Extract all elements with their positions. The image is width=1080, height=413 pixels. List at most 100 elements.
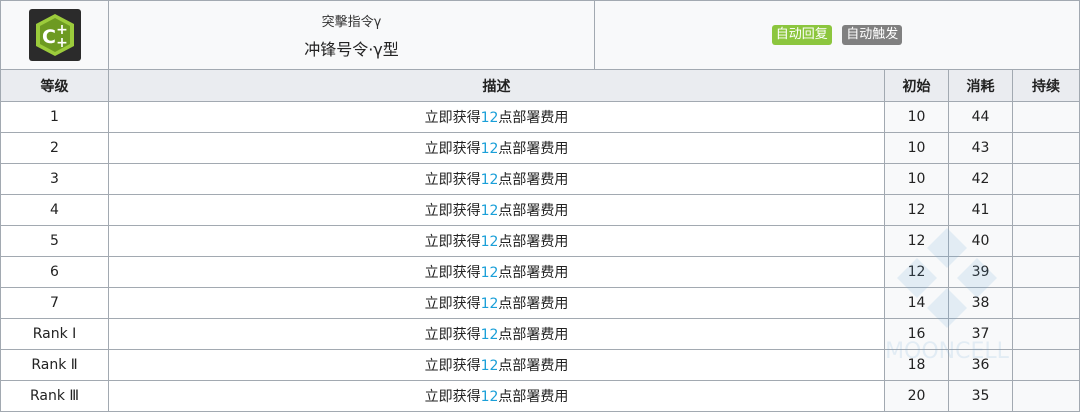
row-cost: 43 bbox=[948, 132, 1013, 164]
row-description: 立即获得12点部署费用 bbox=[108, 225, 885, 257]
row-duration bbox=[1011, 380, 1080, 412]
skill-badges-cell: 自动回复 自动触发 bbox=[593, 0, 1080, 70]
row-description: 立即获得12点部署费用 bbox=[108, 380, 885, 412]
table-row: 7 立即获得12点部署费用 14 38 bbox=[0, 287, 1080, 319]
column-header-row: 等级 描述 初始 消耗 持续 bbox=[0, 69, 1080, 102]
desc-text: 点部署费用 bbox=[498, 327, 569, 343]
table-row: Rank Ⅱ 立即获得12点部署费用 18 36 bbox=[0, 349, 1080, 381]
row-description: 立即获得12点部署费用 bbox=[108, 349, 885, 381]
row-cost: 40 bbox=[948, 225, 1013, 257]
row-duration bbox=[1011, 256, 1080, 288]
row-duration bbox=[1011, 101, 1080, 133]
desc-text: 点部署费用 bbox=[498, 389, 569, 405]
row-initial: 10 bbox=[884, 163, 949, 195]
row-cost: 35 bbox=[948, 380, 1013, 412]
row-description: 立即获得12点部署费用 bbox=[108, 318, 885, 350]
row-description: 立即获得12点部署费用 bbox=[108, 194, 885, 226]
level-rows: 1 立即获得12点部署费用 10 44 2 立即获得12点部署费用 10 43 … bbox=[0, 101, 1080, 412]
row-initial: 12 bbox=[884, 256, 949, 288]
table-row: 6 立即获得12点部署费用 12 39 bbox=[0, 256, 1080, 288]
table-row: 5 立即获得12点部署费用 12 40 bbox=[0, 225, 1080, 257]
desc-text: 立即获得 bbox=[424, 265, 481, 281]
row-level: Rank Ⅰ bbox=[0, 318, 109, 350]
row-cost: 42 bbox=[948, 163, 1013, 195]
desc-text: 点部署费用 bbox=[498, 296, 569, 312]
row-level: Rank Ⅱ bbox=[0, 349, 109, 381]
row-cost: 36 bbox=[948, 349, 1013, 381]
row-level: 3 bbox=[0, 163, 109, 195]
skill-header-row: C + + 突擊指令γ 冲锋号令·γ型 自动回复 自动触发 bbox=[0, 0, 1080, 70]
row-level: 5 bbox=[0, 225, 109, 257]
desc-value: 12 bbox=[480, 234, 499, 250]
skill-gear-plus-icon: C + + bbox=[28, 9, 81, 61]
row-duration bbox=[1011, 287, 1080, 319]
table-row: Rank Ⅲ 立即获得12点部署费用 20 35 bbox=[0, 380, 1080, 412]
row-initial: 10 bbox=[884, 132, 949, 164]
row-duration bbox=[1011, 318, 1080, 350]
auto-recovery-badge: 自动回复 bbox=[771, 25, 832, 45]
row-initial: 10 bbox=[884, 101, 949, 133]
row-level: 1 bbox=[0, 101, 109, 133]
row-initial: 18 bbox=[884, 349, 949, 381]
row-initial: 14 bbox=[884, 287, 949, 319]
row-cost: 37 bbox=[948, 318, 1013, 350]
desc-text: 点部署费用 bbox=[498, 172, 569, 188]
desc-text: 点部署费用 bbox=[498, 110, 569, 126]
desc-text: 立即获得 bbox=[424, 327, 481, 343]
desc-text: 立即获得 bbox=[424, 296, 481, 312]
row-initial: 20 bbox=[884, 380, 949, 412]
desc-text: 点部署费用 bbox=[498, 358, 569, 374]
skill-subtitle: 突擊指令γ bbox=[321, 14, 382, 30]
table-row: 4 立即获得12点部署费用 12 41 bbox=[0, 194, 1080, 226]
row-description: 立即获得12点部署费用 bbox=[108, 287, 885, 319]
svg-text:+: + bbox=[56, 35, 68, 51]
row-level: 2 bbox=[0, 132, 109, 164]
row-description: 立即获得12点部署费用 bbox=[108, 163, 885, 195]
row-duration bbox=[1011, 163, 1080, 195]
desc-text: 点部署费用 bbox=[498, 203, 569, 219]
table-row: Rank Ⅰ 立即获得12点部署费用 16 37 bbox=[0, 318, 1080, 350]
skill-name: 冲锋号令·γ型 bbox=[304, 39, 399, 59]
row-description: 立即获得12点部署费用 bbox=[108, 101, 885, 133]
skill-table: C + + 突擊指令γ 冲锋号令·γ型 自动回复 自动触发 等级 描述 初始 消… bbox=[0, 0, 1080, 412]
row-cost: 41 bbox=[948, 194, 1013, 226]
desc-text: 点部署费用 bbox=[498, 141, 569, 157]
row-description: 立即获得12点部署费用 bbox=[108, 256, 885, 288]
row-duration bbox=[1011, 194, 1080, 226]
desc-value: 12 bbox=[480, 296, 499, 312]
desc-value: 12 bbox=[480, 110, 499, 126]
row-initial: 12 bbox=[884, 194, 949, 226]
desc-value: 12 bbox=[480, 389, 499, 405]
row-level: 6 bbox=[0, 256, 109, 288]
column-header-desc: 描述 bbox=[108, 69, 885, 102]
desc-value: 12 bbox=[480, 203, 499, 219]
table-row: 1 立即获得12点部署费用 10 44 bbox=[0, 101, 1080, 133]
column-header-level: 等级 bbox=[0, 69, 109, 102]
table-row: 2 立即获得12点部署费用 10 43 bbox=[0, 132, 1080, 164]
desc-text: 立即获得 bbox=[424, 110, 481, 126]
desc-value: 12 bbox=[480, 327, 499, 343]
column-header-initial: 初始 bbox=[884, 69, 949, 102]
desc-text: 点部署费用 bbox=[498, 234, 569, 250]
row-duration bbox=[1011, 225, 1080, 257]
row-level: 4 bbox=[0, 194, 109, 226]
desc-text: 立即获得 bbox=[424, 141, 481, 157]
auto-trigger-badge: 自动触发 bbox=[842, 25, 903, 45]
desc-value: 12 bbox=[480, 141, 499, 157]
desc-value: 12 bbox=[480, 358, 499, 374]
desc-text: 点部署费用 bbox=[498, 265, 569, 281]
column-header-duration: 持续 bbox=[1011, 69, 1080, 102]
row-duration bbox=[1011, 349, 1080, 381]
row-level: 7 bbox=[0, 287, 109, 319]
desc-text: 立即获得 bbox=[424, 389, 481, 405]
desc-text: 立即获得 bbox=[424, 234, 481, 250]
skill-icon-cell: C + + bbox=[0, 0, 109, 70]
row-cost: 44 bbox=[948, 101, 1013, 133]
row-description: 立即获得12点部署费用 bbox=[108, 132, 885, 164]
desc-text: 立即获得 bbox=[424, 358, 481, 374]
row-level: Rank Ⅲ bbox=[0, 380, 109, 412]
desc-value: 12 bbox=[480, 265, 499, 281]
row-duration bbox=[1011, 132, 1080, 164]
desc-value: 12 bbox=[480, 172, 499, 188]
desc-text: 立即获得 bbox=[424, 203, 481, 219]
